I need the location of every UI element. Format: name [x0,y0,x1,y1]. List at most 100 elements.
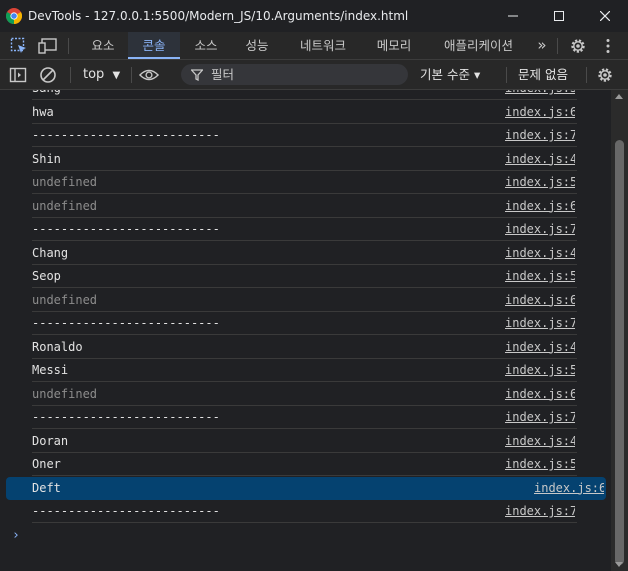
settings-gear-icon[interactable] [568,36,588,56]
toolbar-divider [586,67,587,83]
console-row[interactable]: -------------------------- index.js:7 [32,218,577,241]
console-message: Oner [32,457,61,471]
console-message: Shin [32,151,61,166]
more-options-icon[interactable] [598,36,618,56]
maximize-button[interactable] [536,0,582,32]
source-link[interactable]: index.js:7 [505,124,575,146]
source-link[interactable]: index.js:7 [505,500,575,522]
console-message: Chang [32,245,69,260]
console-row[interactable]: Oner index.js:5 [32,453,577,476]
console-row[interactable]: undefined index.js:6 [32,195,577,218]
tab-sources[interactable]: 소스 [181,32,231,59]
console-message: -------------------------- [32,222,220,236]
minimize-icon [508,15,518,17]
console-message: Seop [32,269,61,283]
console-row[interactable]: -------------------------- index.js:7 [32,312,577,335]
console-message: undefined [32,292,98,307]
source-link[interactable]: index.js:6 [505,383,575,405]
tab-elements[interactable]: 요소 [79,32,127,59]
device-toolbar-icon[interactable] [38,36,58,56]
console-row[interactable]: Ronaldo index.js:4 [32,336,577,359]
toolbar-divider [70,67,71,83]
console-message: undefined [32,175,98,189]
issues-counter[interactable]: 문제 없음 [518,60,568,89]
filter-input[interactable]: 필터 [181,64,408,85]
console-toolbar: top ▼ 필터 기본 수준 ▾ 문제 없음 [0,60,628,90]
console-message: -------------------------- [32,410,220,424]
console-settings-gear-icon[interactable] [595,65,615,85]
console-message: -------------------------- [32,128,220,142]
toolbar-divider [131,67,132,83]
tab-memory[interactable]: 메모리 [362,32,426,59]
filter-funnel-icon [191,69,203,81]
console-message: Messi [32,363,69,377]
console-message: Ronaldo [32,339,83,354]
console-row[interactable]: Chang index.js:4 [32,242,577,265]
devtools-tab-bar: 요소 콘솔 소스 성능 네트워크 메모리 애플리케이션 » [0,32,628,60]
console-row[interactable]: Messi index.js:5 [32,359,577,382]
live-expression-eye-icon[interactable] [139,65,159,85]
console-message: -------------------------- [32,504,220,518]
window-titlebar: DevTools - 127.0.0.1:5500/Modern_JS/10.A… [0,0,628,32]
clear-console-icon[interactable] [38,65,58,85]
source-link[interactable]: index.js:6 [505,195,575,217]
close-icon [600,11,610,21]
console-row[interactable]: -------------------------- index.js:7 [32,406,577,429]
log-levels-dropdown[interactable]: 기본 수준 ▾ [420,60,480,89]
console-message: Doran [32,433,69,448]
console-row[interactable]: -------------------------- index.js:7 [32,500,577,523]
tab-application[interactable]: 애플리케이션 [427,32,530,59]
source-link[interactable]: index.js:5 [505,171,575,193]
tab-network[interactable]: 네트워크 [285,32,361,59]
console-scrollbar[interactable] [611,90,628,571]
tab-performance[interactable]: 성능 [232,32,282,59]
console-prompt[interactable]: › [12,528,20,543]
source-link[interactable]: index.js:6 [534,477,604,499]
source-link[interactable]: index.js:4 [505,430,575,452]
console-message: hwa [32,104,54,119]
source-link[interactable]: index.js:4 [505,148,575,170]
more-tabs-button[interactable]: » [530,32,554,59]
toolbar-divider [68,38,69,54]
window-title: DevTools - 127.0.0.1:5500/Modern_JS/10.A… [28,9,409,23]
console-row[interactable]: Shin index.js:4 [32,148,577,171]
console-row[interactable]: undefined index.js:6 [32,289,577,312]
console-row[interactable]: -------------------------- index.js:7 [32,124,577,147]
console-message: undefined [32,386,98,401]
source-link[interactable]: index.js:5 [505,265,575,287]
source-link[interactable]: index.js:7 [505,312,575,334]
scroll-down-arrow-icon[interactable] [615,562,623,567]
inspect-element-icon[interactable] [9,36,29,56]
minimize-button[interactable] [490,0,536,32]
source-link[interactable]: index.js:6 [505,101,575,123]
tab-console[interactable]: 콘솔 [128,32,180,59]
console-row[interactable]: Sang index.js:5 [32,90,577,100]
source-link[interactable]: index.js:7 [505,218,575,240]
context-selector[interactable]: top ▼ [83,60,120,89]
source-link[interactable]: index.js:5 [505,90,575,99]
console-row[interactable]: undefined index.js:5 [32,171,577,194]
console-row-selected[interactable]: Deft index.js:6 [6,476,606,500]
console-message: Deft [32,480,61,495]
console-message: undefined [32,198,98,213]
console-row[interactable]: Doran index.js:4 [32,430,577,453]
source-link[interactable]: index.js:4 [505,336,575,358]
console-output[interactable]: › Sangindex.js:5hwaindex.js:6-----------… [0,90,611,571]
console-message: -------------------------- [32,316,220,330]
source-link[interactable]: index.js:4 [505,242,575,264]
filter-placeholder: 필터 [211,67,235,82]
console-row[interactable]: hwa index.js:6 [32,101,577,124]
chevron-down-icon: ▼ [112,70,121,81]
scroll-thumb[interactable] [615,140,624,565]
console-row[interactable]: undefined index.js:6 [32,383,577,406]
sidebar-toggle-icon[interactable] [8,65,28,85]
source-link[interactable]: index.js:5 [505,359,575,381]
close-button[interactable] [582,0,628,32]
source-link[interactable]: index.js:7 [505,406,575,428]
context-label: top [83,67,105,82]
source-link[interactable]: index.js:6 [505,289,575,311]
scroll-up-arrow-icon[interactable] [615,94,623,99]
console-row[interactable]: Seop index.js:5 [32,265,577,288]
toolbar-divider [506,67,507,83]
source-link[interactable]: index.js:5 [505,453,575,475]
